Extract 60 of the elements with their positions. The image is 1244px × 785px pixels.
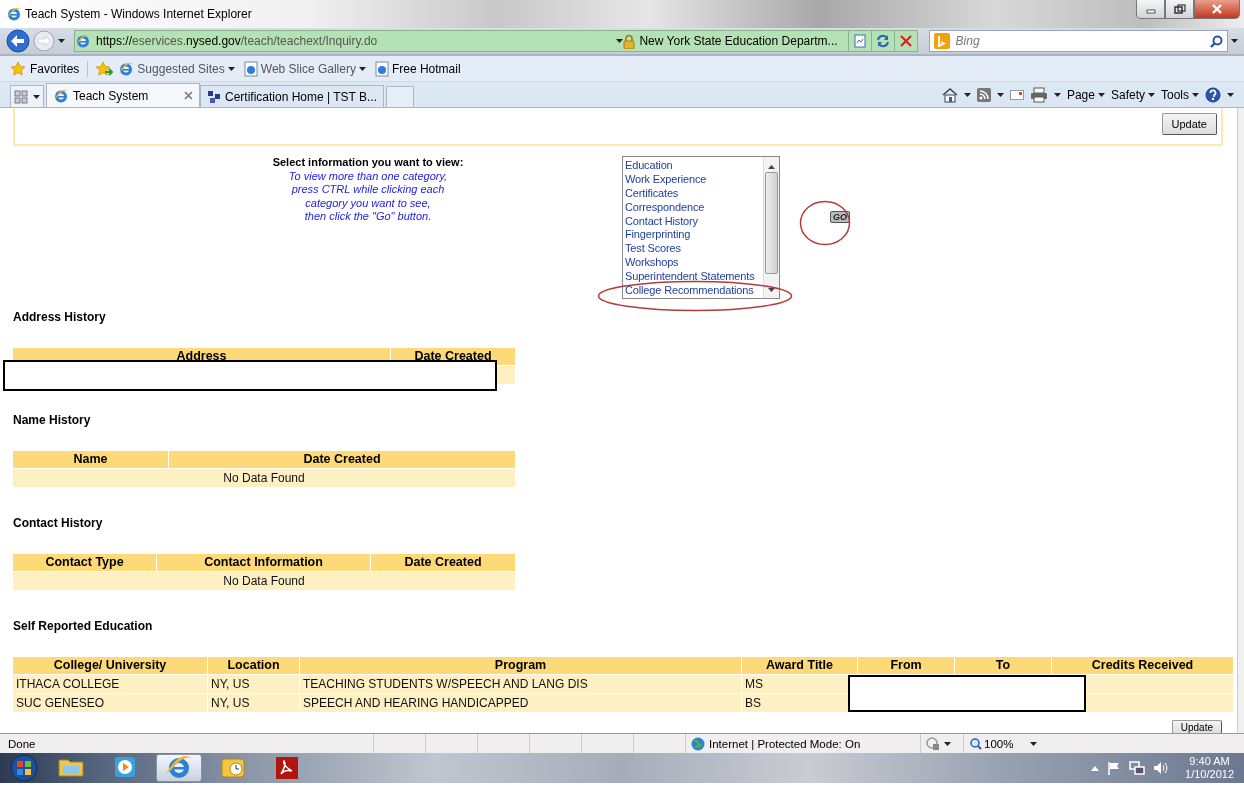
list-option[interactable]: Workshops	[625, 256, 763, 271]
table-header-cell: College/ University	[13, 657, 207, 674]
table-header-cell: Location	[208, 657, 299, 674]
section-title: Address History	[13, 310, 107, 324]
instructions-text: To view more than one category,	[287, 169, 449, 183]
command-menu[interactable]: Safety	[1110, 87, 1155, 102]
table-header-cell: From	[858, 657, 954, 674]
browser-tab[interactable]: Certification Home | TST B...	[200, 85, 385, 107]
instructions-title: Select information you want to view:	[271, 156, 465, 170]
table-header-cell: Award Title	[742, 657, 857, 674]
table-header-cell: Contact Type	[13, 554, 156, 571]
list-option[interactable]: Work Experience	[625, 172, 763, 187]
table-header-cell: Name	[13, 451, 168, 468]
table-header-cell: Contact Information	[157, 554, 370, 571]
table-header-cell: Date Created	[169, 451, 515, 468]
table-header-cell: Program	[300, 657, 741, 674]
list-option[interactable]: Education	[625, 159, 763, 173]
favorites-link[interactable]: Suggested Sites	[118, 60, 235, 77]
window-title: Teach System - Windows Internet Explorer	[25, 7, 253, 21]
category-list[interactable]: Education Work Experience Certificates Correspondence Contact History Fingerprinting Test Scores Workshops Superintendent Statements College Recommendations	[622, 156, 780, 299]
command-menu[interactable]: Page	[1066, 87, 1105, 102]
instructions-text: then click the "Go" button.	[303, 210, 433, 224]
table-cell: NY, US	[208, 675, 299, 693]
section-title: Self Reported Education	[13, 619, 154, 633]
section-title: Contact History	[13, 516, 104, 530]
favorites-button[interactable]: Favorites	[10, 60, 89, 77]
table-header-cell: Credits Received	[1052, 657, 1233, 674]
browser-tab[interactable]: Teach System	[46, 83, 200, 107]
instructions-text: category you want to see,	[304, 196, 432, 210]
table-cell: NY, US	[208, 694, 299, 712]
instructions-text: press CTRL while clicking each	[290, 183, 446, 197]
favorites-link[interactable]: Web Slice Gallery	[243, 60, 366, 77]
update-button[interactable]: Update	[1171, 720, 1222, 733]
update-button[interactable]: Update	[1161, 113, 1217, 135]
command-menu[interactable]: Tools	[1161, 87, 1199, 102]
list-option[interactable]: Test Scores	[625, 242, 763, 257]
table-cell: SPEECH AND HEARING HANDICAPPED	[300, 694, 741, 712]
table-header-cell: To	[955, 657, 1051, 674]
search-field[interactable]: Bing	[928, 30, 1228, 52]
go-button[interactable]: GO	[830, 211, 850, 223]
site-identity[interactable]: New York State Education Departm...	[639, 34, 838, 48]
list-option[interactable]: Certificates	[625, 186, 763, 201]
security-zone: Internet | Protected Mode: On	[709, 737, 861, 750]
favorites-link[interactable]: Free Hotmail	[374, 60, 461, 77]
url-text[interactable]: https://eservices.nysed.gov/teach/teachext/Inquiry.do	[96, 34, 617, 48]
table-header-cell: Date Created	[371, 554, 515, 571]
list-option[interactable]: Superintendent Statements	[625, 270, 763, 284]
search-placeholder: Bing	[955, 34, 981, 48]
list-option[interactable]: Contact History	[625, 214, 763, 229]
table-cell: TEACHING STUDENTS W/SPEECH AND LANG DIS	[300, 675, 741, 693]
list-option[interactable]: Fingerprinting	[625, 228, 763, 243]
empty-message: No Data Found	[13, 572, 515, 590]
clock[interactable]: 9:40 AM 1/10/2012	[1185, 755, 1234, 781]
empty-message: No Data Found	[13, 469, 515, 487]
list-option[interactable]: Correspondence	[625, 200, 763, 215]
section-title: Name History	[13, 413, 92, 427]
status-text: Done	[8, 737, 37, 750]
table-cell: SUC GENESEO	[13, 694, 207, 712]
table-cell: ITHACA COLLEGE	[13, 675, 207, 693]
address-field[interactable]: https://eservices.nysed.gov/teach/teachext/Inquiry.do New York State Education Departm...	[74, 30, 918, 52]
